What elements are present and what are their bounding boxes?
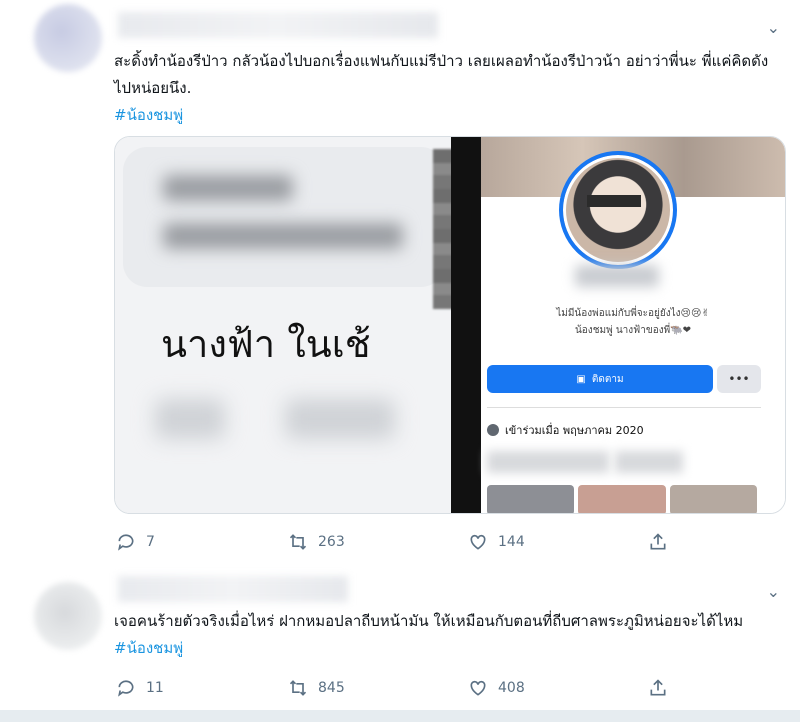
clock-icon [487, 424, 499, 436]
like-count: 144 [498, 534, 525, 550]
heart-icon [470, 534, 486, 550]
retweet-icon [289, 534, 307, 550]
reply-button[interactable]: 11 [116, 678, 164, 698]
retweet-button[interactable]: 263 [288, 532, 345, 552]
joined-row: เข้าร่วมเมื่อ พฤษภาคม 2020 [487, 421, 644, 439]
blurred-text [163, 175, 293, 201]
hashtag-link[interactable]: #น้องชมพู่ [114, 106, 183, 124]
chevron-down-icon[interactable]: ⌄ [767, 582, 780, 601]
heart-icon [470, 680, 486, 696]
photo-thumbnails [487, 485, 757, 513]
chat-caption: นางฟ้า ในเช้ [161, 322, 371, 366]
tweet-body: สะดิ้งทำน้องรีป่าว กลัวน้องไปบอกเรื่องแฟ… [114, 52, 769, 97]
bio-line: น้องชมพู่ นางฟ้าของพี่🐃❤ [574, 325, 692, 336]
tweet-body: เจอคนร้ายตัวจริงเมื่อไหร่ ฝากหมอปลาถีบหน… [114, 612, 744, 630]
blurred-text [487, 451, 609, 473]
author-name-blurred [118, 576, 348, 602]
blurred-text [163, 223, 403, 249]
profile-picture [559, 151, 677, 269]
joined-text: เข้าร่วมเมื่อ พฤษภาคม 2020 [505, 424, 644, 437]
reply-count: 11 [146, 680, 164, 696]
retweet-button[interactable]: 845 [288, 678, 345, 698]
share-icon [650, 679, 666, 696]
reply-button[interactable]: 7 [116, 532, 155, 552]
retweet-icon [289, 680, 307, 696]
retweet-count: 263 [318, 534, 345, 550]
hashtag-link[interactable]: #น้องชมพู่ [114, 639, 183, 657]
timeline-footer [0, 710, 800, 722]
avatar[interactable] [34, 4, 102, 72]
more-button: ••• [717, 365, 761, 393]
photo-thumbnail [487, 485, 575, 513]
tweet[interactable]: ⌄ เจอคนร้ายตัวจริงเมื่อไหร่ ฝากหมอปลาถีบ… [0, 568, 800, 710]
reply-icon [118, 534, 134, 551]
reply-count: 7 [146, 534, 155, 550]
blurred-text [615, 451, 683, 473]
tweet-actions: 11 845 408 [114, 676, 684, 700]
tweet-text: เจอคนร้ายตัวจริงเมื่อไหร่ ฝากหมอปลาถีบหน… [114, 608, 774, 662]
tweet[interactable]: ⌄ สะดิ้งทำน้องรีป่าว กลัวน้องไปบอกเรื่อง… [0, 0, 800, 569]
chat-screenshot: นางฟ้า ในเช้ [115, 137, 451, 513]
author-name-blurred [118, 12, 438, 38]
blurred-text [285, 399, 395, 439]
share-icon [650, 533, 666, 550]
chevron-down-icon[interactable]: ⌄ [767, 18, 780, 37]
like-count: 408 [498, 680, 525, 696]
photo-thumbnail [669, 485, 757, 513]
divider [487, 407, 761, 408]
profile-bio: ไม่มีน้องพ่อแม่กับพี่จะอยู่ยังไง😢😢✌ น้อง… [481, 305, 785, 339]
follow-icon: ▣ [576, 373, 586, 385]
tweet-media[interactable]: นางฟ้า ในเช้ ไม่มีน้องพ่อแม่กับพี่จะอยู่… [114, 136, 786, 514]
retweet-count: 845 [318, 680, 345, 696]
like-button[interactable]: 144 [468, 532, 525, 552]
photo-thumbnail [578, 485, 666, 513]
like-button[interactable]: 408 [468, 678, 525, 698]
profile-name-blurred [575, 265, 659, 287]
facebook-profile-screenshot: ไม่มีน้องพ่อแม่กับพี่จะอยู่ยังไง😢😢✌ น้อง… [481, 137, 785, 513]
share-button[interactable] [648, 678, 668, 698]
tweet-actions: 7 263 144 [114, 530, 684, 554]
tweet-text: สะดิ้งทำน้องรีป่าว กลัวน้องไปบอกเรื่องแฟ… [114, 48, 774, 129]
avatar[interactable] [34, 582, 102, 650]
follow-button: ▣ ติดตาม [487, 365, 713, 393]
bio-line: ไม่มีน้องพ่อแม่กับพี่จะอยู่ยังไง😢😢✌ [556, 308, 710, 319]
censor-bar [587, 195, 641, 207]
follow-label: ติดตาม [591, 373, 624, 385]
blurred-text [155, 399, 225, 439]
reply-icon [118, 680, 134, 697]
share-button[interactable] [648, 532, 668, 552]
chat-bubble [123, 147, 445, 287]
image-divider [451, 137, 481, 513]
